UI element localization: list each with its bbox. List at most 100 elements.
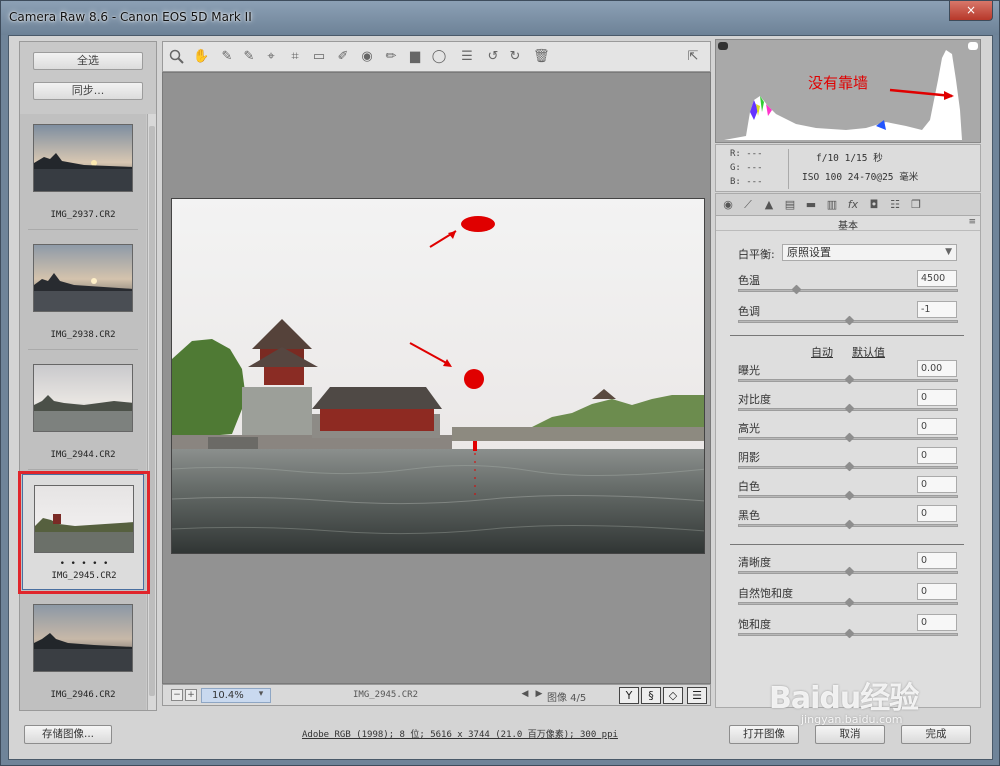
graduated-filter-icon[interactable]: ▆: [407, 49, 423, 65]
slider-value-field[interactable]: 4500: [917, 270, 957, 287]
slider-track[interactable]: [738, 432, 958, 443]
detail-tab-icon[interactable]: ▲: [761, 197, 777, 213]
chevron-down-icon[interactable]: ▾: [255, 689, 267, 701]
auto-link[interactable]: 自动: [811, 344, 833, 360]
straighten-icon[interactable]: ▭: [311, 49, 327, 65]
slider-value-field[interactable]: -1: [917, 301, 957, 318]
tone-curve-tab-icon[interactable]: ⟋: [740, 197, 756, 213]
previous-image-button[interactable]: ◀: [519, 689, 531, 701]
slider-value-field[interactable]: 0: [917, 614, 957, 631]
rotate-ccw-icon[interactable]: ↺: [485, 49, 501, 65]
snapshots-tab-icon[interactable]: ❐: [908, 197, 924, 213]
slider-value-field[interactable]: 0: [917, 505, 957, 522]
spot-removal-icon[interactable]: ✐: [335, 49, 351, 65]
basic-tab-icon[interactable]: ◉: [720, 197, 736, 213]
crop-icon[interactable]: ⌗: [287, 49, 303, 65]
radial-filter-icon[interactable]: ◯: [431, 49, 447, 65]
adjustment-brush-icon[interactable]: ✏: [383, 49, 399, 65]
thumbnail-item[interactable]: IMG_2944.CR2: [22, 354, 144, 470]
white-balance-select[interactable]: 原照设置 ▼: [782, 244, 957, 261]
slider-label: 高光: [738, 422, 760, 435]
slider-label: 白色: [738, 480, 760, 493]
presets-tab-icon[interactable]: ☷: [887, 197, 903, 213]
slider-label: 黑色: [738, 509, 760, 522]
slider-track[interactable]: [738, 566, 958, 577]
slider-thumb[interactable]: [791, 284, 801, 295]
slider-thumb[interactable]: [844, 566, 855, 577]
slider-thumb[interactable]: [844, 315, 855, 326]
slider-thumb[interactable]: [844, 597, 855, 608]
split-toning-tab-icon[interactable]: ▬: [803, 197, 819, 213]
preview-preferences-button[interactable]: ☰: [687, 687, 707, 704]
camera-calibration-tab-icon[interactable]: ◘: [866, 197, 882, 213]
slider-track[interactable]: [738, 461, 958, 472]
sync-button[interactable]: 同步...: [33, 82, 143, 100]
current-filename: IMG_2945.CR2: [353, 690, 419, 700]
hand-icon[interactable]: ✋: [193, 49, 209, 65]
zoom-in-button[interactable]: +: [185, 689, 197, 701]
exposure-readout: f/10 1/15 秒: [816, 153, 883, 164]
slider-thumb[interactable]: [844, 374, 855, 385]
filmstrip-scrollbar[interactable]: [147, 114, 156, 710]
slider-value-field[interactable]: 0: [917, 583, 957, 600]
fullscreen-icon[interactable]: ⇱: [685, 49, 701, 65]
slider-track[interactable]: [738, 519, 958, 530]
slider-thumb[interactable]: [844, 461, 855, 472]
slider-thumb[interactable]: [844, 519, 855, 530]
swap-settings-button[interactable]: §: [641, 687, 661, 704]
save-image-button[interactable]: 存储图像...: [24, 725, 112, 744]
lens-corrections-tab-icon[interactable]: ▥: [824, 197, 840, 213]
rgb-readout: R: --- G: --- B: ---: [730, 147, 763, 189]
image-preview[interactable]: [162, 72, 711, 684]
panel-title: 基本: [716, 217, 980, 232]
color-sampler-icon[interactable]: ✎: [241, 49, 257, 65]
slider-track[interactable]: [738, 628, 958, 639]
zoom-out-button[interactable]: −: [171, 689, 183, 701]
slider-thumb[interactable]: [844, 432, 855, 443]
preferences-icon[interactable]: ☰: [459, 49, 475, 65]
close-button[interactable]: ×: [949, 1, 993, 21]
before-after-toggle-button[interactable]: Y: [619, 687, 639, 704]
slider-thumb[interactable]: [844, 403, 855, 414]
thumbnail-item[interactable]: IMG_2937.CR2: [22, 114, 144, 230]
filmstrip: 全选 同步... IMG_2937.CR2 IMG_2938.CR2 IMG_2…: [19, 41, 157, 711]
trash-icon[interactable]: 🗑: [533, 49, 550, 65]
effects-tab-icon[interactable]: fx: [845, 197, 861, 213]
slider-track[interactable]: [738, 374, 958, 385]
slider-track[interactable]: [738, 403, 958, 414]
thumbnail-item[interactable]: IMG_2938.CR2: [22, 234, 144, 350]
watermark: Baidu经验 jingyan.baidu.com: [761, 663, 971, 743]
default-link[interactable]: 默认值: [852, 344, 885, 360]
slider-thumb[interactable]: [844, 490, 855, 501]
hsl-tab-icon[interactable]: ▤: [782, 197, 798, 213]
select-all-button[interactable]: 全选: [33, 52, 143, 70]
panel-menu-icon[interactable]: ≡: [968, 217, 976, 227]
next-image-button[interactable]: ▶: [533, 689, 545, 701]
blue-value: B: ---: [730, 177, 763, 187]
slider-value-field[interactable]: 0: [917, 447, 957, 464]
slider-value-field[interactable]: 0: [917, 418, 957, 435]
image-counter: 图像 4/5: [547, 693, 587, 704]
green-value: G: ---: [730, 163, 763, 173]
slider-thumb[interactable]: [844, 628, 855, 639]
white-balance-icon[interactable]: ✎: [219, 49, 235, 65]
rotate-cw-icon[interactable]: ↻: [507, 49, 523, 65]
zoom-icon[interactable]: [169, 49, 185, 65]
slider-track[interactable]: [738, 284, 958, 295]
slider-value-field[interactable]: 0: [917, 389, 957, 406]
target-adjust-icon[interactable]: ⌖: [263, 49, 279, 65]
slider-value-field[interactable]: 0.00: [917, 360, 957, 377]
slider-track[interactable]: [738, 597, 958, 608]
slider-value-field[interactable]: 0: [917, 552, 957, 569]
panel-tabs: ◉ ⟋ ▲ ▤ ▬ ▥ fx ◘ ☷ ❐: [716, 194, 980, 216]
thumbnail-item[interactable]: IMG_2946.CR2: [22, 594, 144, 710]
copy-settings-button[interactable]: ◇: [663, 687, 683, 704]
red-eye-icon[interactable]: ◉: [359, 49, 375, 65]
preview-photo: [171, 198, 705, 554]
slider-track[interactable]: [738, 315, 958, 326]
slider-track[interactable]: [738, 490, 958, 501]
thumbnail-filename: IMG_2937.CR2: [50, 210, 116, 220]
slider-value-field[interactable]: 0: [917, 476, 957, 493]
chevron-down-icon: ▼: [945, 247, 952, 257]
workflow-options-link[interactable]: Adobe RGB (1998); 8 位; 5616 x 3744 (21.0…: [302, 727, 618, 740]
